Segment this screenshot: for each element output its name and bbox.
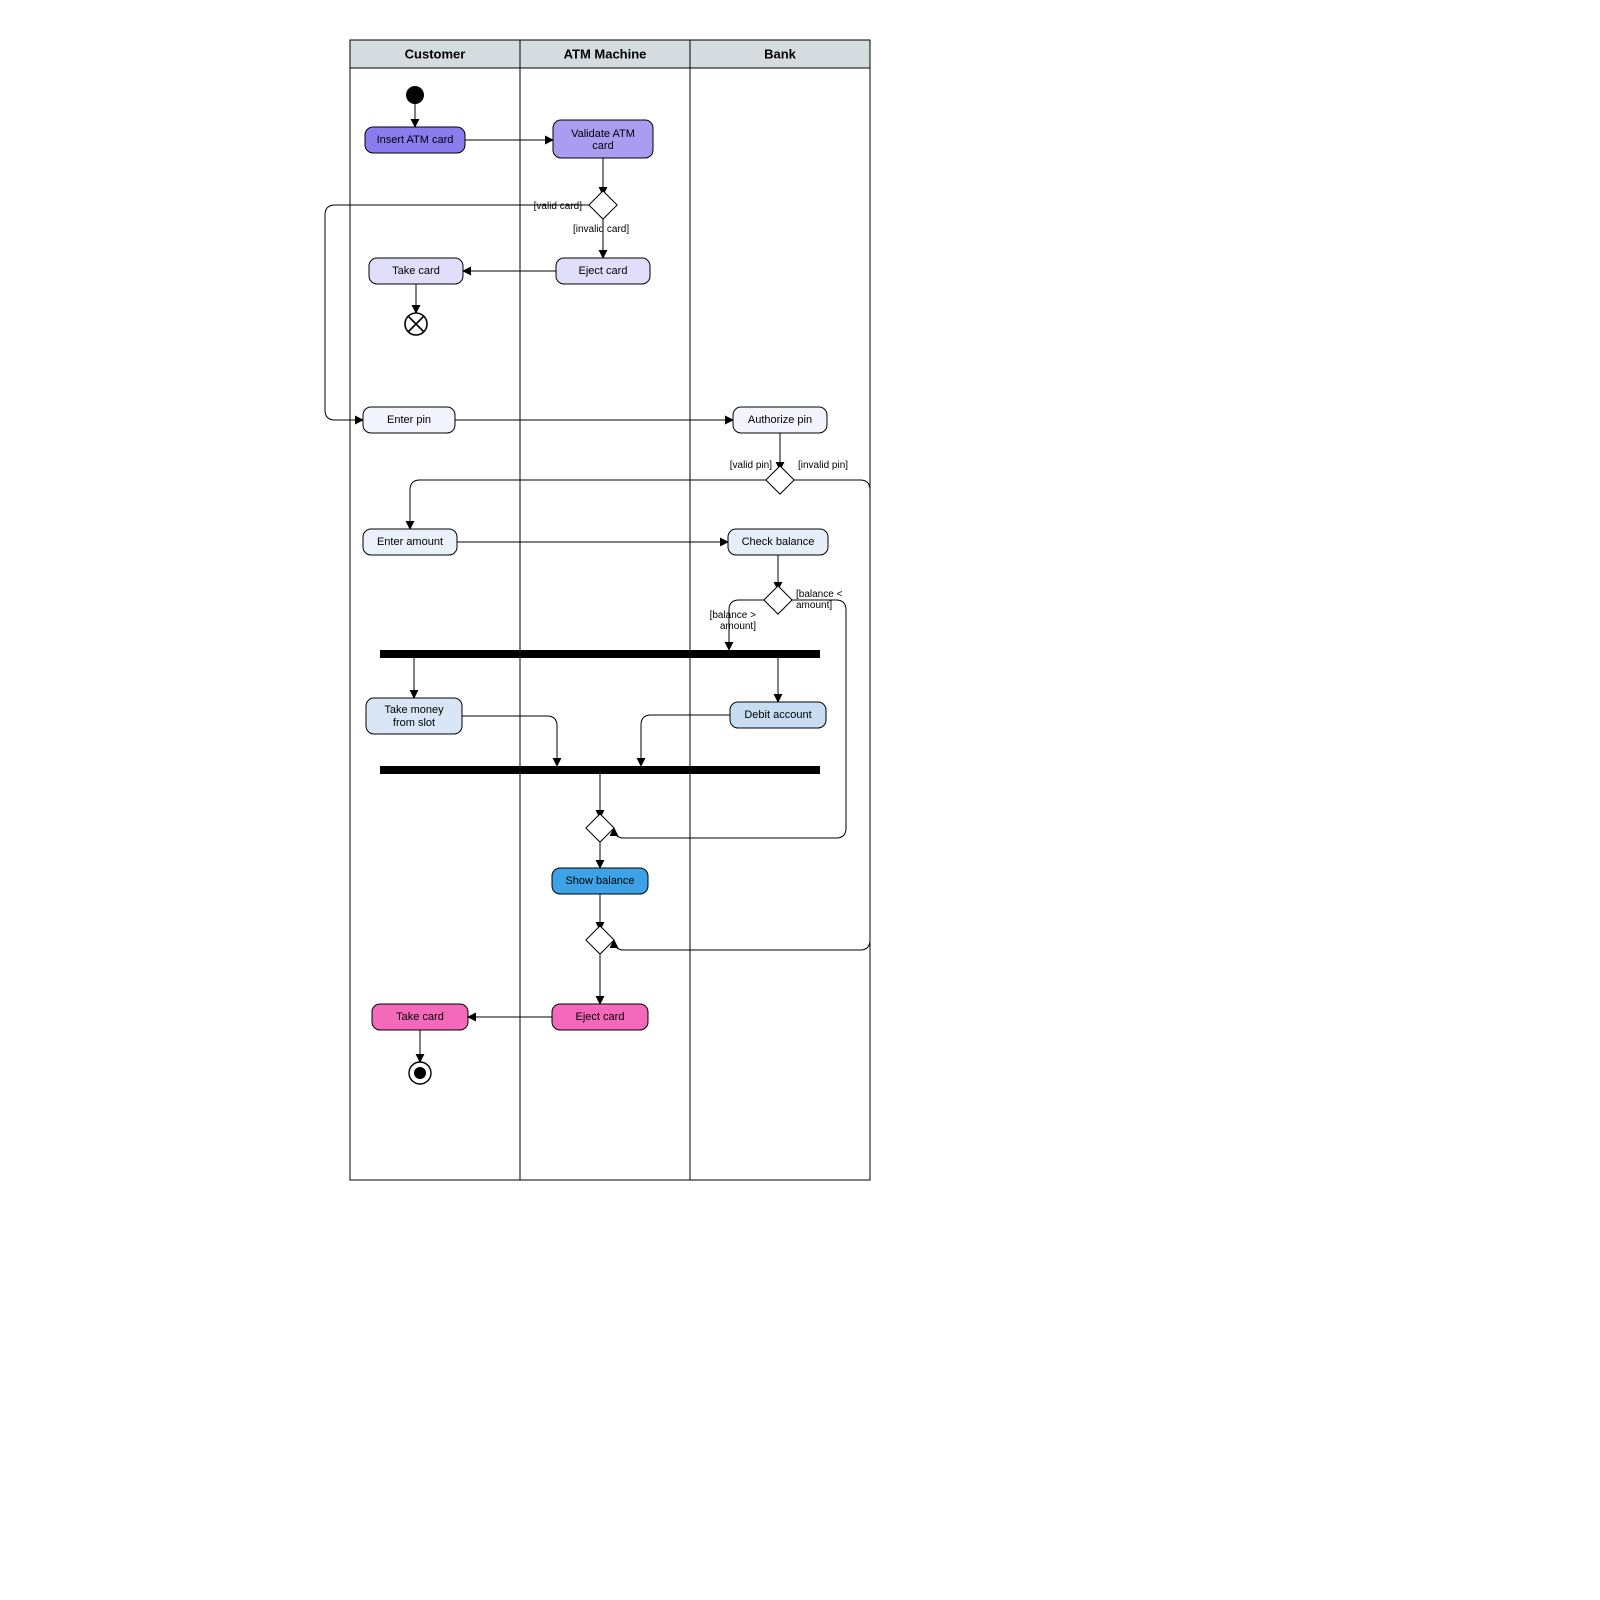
activity-final-node	[409, 1062, 431, 1084]
activity-take-card-2-label: Take card	[396, 1011, 444, 1023]
guard-balance-lt-l1: [balance <	[796, 589, 843, 600]
activity-enter-pin-label: Enter pin	[387, 414, 431, 426]
activity-take-money-label-l2: from slot	[393, 717, 435, 729]
activity-check-balance-label: Check balance	[742, 536, 815, 548]
activity-validate-atm-card-label-l2: card	[592, 140, 613, 152]
activity-eject-card-2-label: Eject card	[576, 1011, 625, 1023]
activity-authorize-pin-label: Authorize pin	[748, 414, 812, 426]
guard-valid-pin: [valid pin]	[730, 460, 772, 471]
activity-show-balance-label: Show balance	[565, 875, 634, 887]
activity-validate-atm-card-label-l1: Validate ATM	[571, 128, 635, 140]
header-bank-label: Bank	[764, 46, 797, 61]
join-bar	[380, 766, 820, 774]
activity-enter-amount-label: Enter amount	[377, 536, 443, 548]
fork-bar	[380, 650, 820, 658]
guard-valid-card: [valid card]	[534, 201, 583, 212]
activity-take-card-1-label: Take card	[392, 265, 440, 277]
header-atm-label: ATM Machine	[564, 46, 647, 61]
guard-invalid-card: [invalid card]	[573, 224, 629, 235]
atm-activity-diagram: Customer ATM Machine Bank Insert ATM car…	[0, 0, 1600, 1600]
lane-bank	[690, 68, 870, 1180]
guard-invalid-pin: [invalid pin]	[798, 460, 848, 471]
activity-take-money-label-l1: Take money	[384, 704, 444, 716]
guard-balance-lt-l2: amount]	[796, 600, 832, 611]
guard-balance-gt-l2: amount]	[720, 621, 756, 632]
guard-balance-gt-l1: [balance >	[710, 610, 757, 621]
header-customer-label: Customer	[405, 46, 466, 61]
activity-insert-atm-card-label: Insert ATM card	[377, 134, 454, 146]
activity-eject-card-1-label: Eject card	[579, 265, 628, 277]
activity-debit-account-label: Debit account	[744, 709, 811, 721]
initial-node	[406, 86, 424, 104]
